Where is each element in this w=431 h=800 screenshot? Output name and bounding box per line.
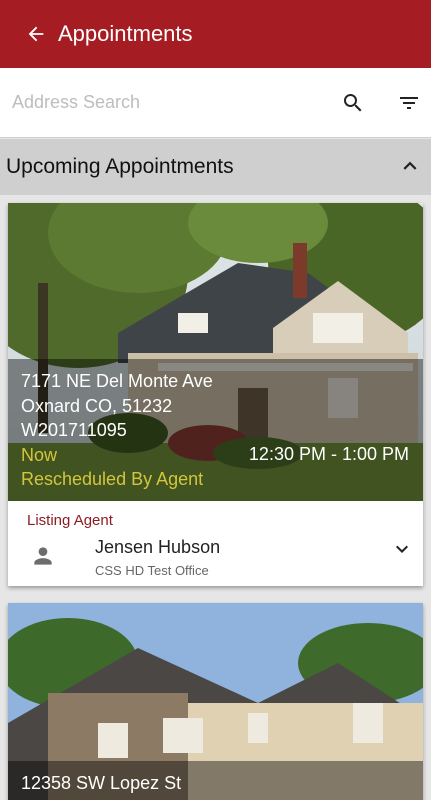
filter-button[interactable] — [387, 68, 431, 138]
address-line1: 7171 NE Del Monte Ave — [21, 371, 213, 391]
address-line1: 12358 SW Lopez St — [21, 773, 182, 793]
upcoming-appointments-header[interactable]: Upcoming Appointments — [0, 139, 431, 195]
appointment-note: Rescheduled By Agent — [21, 469, 204, 489]
section-title: Upcoming Appointments — [6, 155, 234, 178]
chevron-up-icon[interactable] — [397, 153, 423, 179]
listing-agent-label: Listing Agent — [27, 512, 113, 529]
search-button[interactable] — [331, 68, 375, 138]
agent-office: CSS HD Test Office — [95, 563, 209, 578]
expand-agent-button[interactable] — [386, 533, 418, 565]
listing-id: W201711095 — [21, 420, 127, 440]
appointment-card[interactable]: 7171 NE Del Monte Ave Oxnard CO, 51232 W… — [8, 203, 423, 586]
filter-icon — [400, 97, 418, 109]
appointment-card[interactable]: 12358 SW Lopez St — [8, 603, 423, 800]
appointment-time: 12:30 PM - 1:00 PM — [248, 444, 409, 464]
person-icon — [34, 547, 52, 565]
property-photo: 12358 SW Lopez St — [8, 603, 423, 800]
property-photo: 7171 NE Del Monte Ave Oxnard CO, 51232 W… — [8, 203, 423, 501]
app-bar: Appointments — [0, 0, 431, 68]
chevron-down-icon — [396, 545, 408, 553]
agent-name: Jensen Hubson — [95, 537, 221, 557]
search-icon — [344, 94, 362, 112]
arrow-back-icon — [28, 26, 44, 42]
address-search-input[interactable] — [12, 92, 312, 113]
address-line2: Oxnard CO, 51232 — [21, 396, 173, 416]
search-bar — [0, 68, 431, 138]
appointment-status: Now — [21, 445, 58, 465]
page-title: Appointments — [58, 21, 193, 46]
back-button[interactable] — [8, 0, 64, 68]
